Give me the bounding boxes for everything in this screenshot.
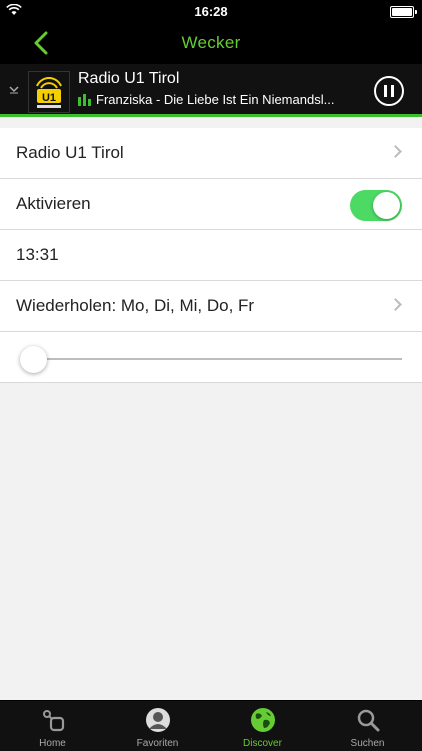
collapse-icon[interactable] xyxy=(8,84,20,94)
tab-bar: Home Favoriten Discover Suchen xyxy=(0,700,422,751)
status-time: 16:28 xyxy=(194,4,228,19)
chevron-right-icon xyxy=(389,298,402,311)
status-bar: 16:28 xyxy=(0,0,422,22)
toggle-knob xyxy=(373,192,400,219)
tab-home-label: Home xyxy=(39,738,66,749)
alarm-time: 13:31 xyxy=(16,245,59,264)
volume-row xyxy=(0,332,422,383)
activate-toggle[interactable] xyxy=(350,190,402,221)
volume-slider-track[interactable] xyxy=(34,358,402,360)
tab-discover[interactable]: Discover xyxy=(210,701,315,751)
svg-text:U1: U1 xyxy=(42,92,56,104)
equalizer-icon xyxy=(78,94,92,106)
alarm-settings-list: Radio U1 Tirol Aktivieren 13:31 Wiederho… xyxy=(0,128,422,383)
tab-suchen[interactable]: Suchen xyxy=(315,701,420,751)
favorites-icon xyxy=(146,708,170,732)
time-row[interactable]: 13:31 xyxy=(0,230,422,281)
activate-label: Aktivieren xyxy=(16,194,91,213)
now-playing-bar[interactable]: U1 Radio U1 Tirol Franziska - Die Liebe … xyxy=(0,64,422,117)
station-row-label: Radio U1 Tirol xyxy=(16,143,124,162)
globe-icon xyxy=(251,708,275,732)
tab-discover-label: Discover xyxy=(243,738,282,749)
repeat-label: Wiederholen: Mo, Di, Mi, Do, Fr xyxy=(16,296,255,315)
battery-icon xyxy=(390,6,417,18)
repeat-row[interactable]: Wiederholen: Mo, Di, Mi, Do, Fr xyxy=(0,281,422,332)
tab-home[interactable]: Home xyxy=(0,701,105,751)
volume-slider-thumb[interactable] xyxy=(20,346,47,373)
search-icon xyxy=(357,709,380,732)
station-name: Radio U1 Tirol xyxy=(78,70,180,87)
pause-button[interactable] xyxy=(374,76,404,106)
page-title: Wecker xyxy=(181,33,241,52)
station-row[interactable]: Radio U1 Tirol xyxy=(0,128,422,179)
tab-favoriten[interactable]: Favoriten xyxy=(105,701,210,751)
chevron-right-icon xyxy=(389,145,402,158)
tab-suchen-label: Suchen xyxy=(350,738,385,749)
track-title: Franziska - Die Liebe Ist Ein Niemandsl.… xyxy=(96,92,335,107)
tab-favoriten-label: Favoriten xyxy=(136,738,179,749)
home-icon xyxy=(43,710,65,732)
station-logo: U1 xyxy=(28,71,70,113)
nav-bar: Wecker xyxy=(0,22,422,64)
activate-row: Aktivieren xyxy=(0,179,422,230)
